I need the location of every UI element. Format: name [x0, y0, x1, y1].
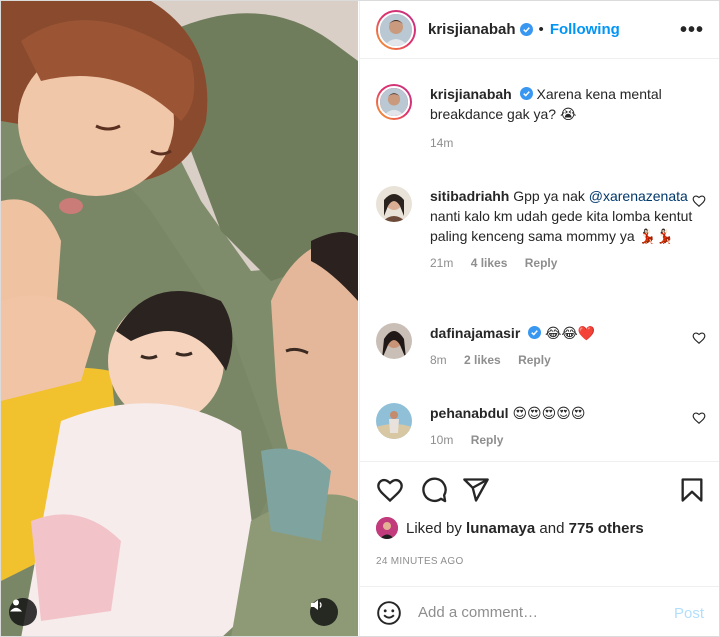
- comment-avatar-image: [376, 403, 412, 439]
- author-avatar-image: [380, 13, 412, 46]
- liker-avatar[interactable]: [376, 517, 398, 539]
- caption-time[interactable]: 14m: [430, 136, 453, 150]
- comments-list[interactable]: krisjianabah Xarena kena mental breakdan…: [360, 60, 719, 461]
- comment-text-continued: nanti kalo km udah gede kita lomba kentu…: [430, 208, 693, 244]
- verified-badge-icon: [528, 326, 542, 339]
- add-comment-input[interactable]: [418, 604, 658, 621]
- comment-username[interactable]: pehanabdul: [430, 405, 509, 421]
- comment-likes[interactable]: 4 likes: [471, 256, 508, 270]
- header-separator: •: [538, 21, 544, 38]
- liked-by-and: and: [539, 519, 565, 537]
- tagged-users-button[interactable]: [9, 598, 37, 626]
- comment-avatar[interactable]: [376, 186, 412, 222]
- comment-time[interactable]: 10m: [430, 433, 453, 447]
- post-video[interactable]: [1, 1, 358, 636]
- more-options-icon[interactable]: •••: [680, 19, 704, 42]
- emoji-picker-icon[interactable]: [376, 600, 402, 626]
- comment-text: 😂😂❤️: [545, 325, 596, 341]
- caption-avatar[interactable]: [376, 84, 412, 120]
- comment-avatar[interactable]: [376, 403, 412, 439]
- caption-avatar-image: [378, 86, 410, 118]
- caption-username[interactable]: krisjianabah: [430, 86, 512, 102]
- user-icon: [10, 599, 22, 612]
- verified-badge-icon: [519, 87, 533, 100]
- comment-text: Gpp ya nak: [513, 188, 585, 204]
- comment-text: 😍😍😍😍😍: [512, 405, 586, 421]
- post-timestamp[interactable]: 24 MINUTES AGO: [376, 556, 464, 567]
- comment-time[interactable]: 8m: [430, 353, 447, 367]
- verified-badge-icon: [519, 23, 533, 36]
- video-frame-image: [1, 1, 358, 636]
- like-heart-icon[interactable]: [376, 476, 404, 504]
- comment-time[interactable]: 21m: [430, 256, 453, 270]
- save-bookmark-icon[interactable]: [678, 476, 706, 504]
- post-header: krisjianabah • Following •••: [360, 1, 719, 59]
- reply-button[interactable]: Reply: [471, 433, 504, 447]
- add-comment-bar: Post: [360, 586, 719, 636]
- caption: krisjianabah Xarena kena mental breakdan…: [376, 84, 706, 150]
- sound-toggle-button[interactable]: [310, 598, 338, 626]
- comment-like-heart-icon[interactable]: [692, 411, 706, 425]
- comment-item: sitibadriahh Gpp ya nak @xarenazenata na…: [376, 186, 706, 270]
- liked-by-others-link[interactable]: 775 others: [569, 520, 644, 537]
- liked-by-summary: Liked by lunamaya and 775 others: [376, 517, 644, 539]
- liked-by-user-link[interactable]: lunamaya: [466, 520, 535, 537]
- post-details-panel: krisjianabah • Following ••• krisjianaba…: [359, 1, 719, 636]
- comment-bubble-icon[interactable]: [420, 476, 448, 504]
- reply-button[interactable]: Reply: [518, 353, 551, 367]
- comment-item: dafinajamasir 😂😂❤️ 8m 2 likes Reply: [376, 323, 706, 367]
- comment-username[interactable]: dafinajamasir: [430, 325, 520, 341]
- comment-mention-link[interactable]: @xarenazenata: [589, 188, 688, 204]
- liker-avatar-image: [376, 517, 398, 539]
- comment-avatar[interactable]: [376, 323, 412, 359]
- following-button[interactable]: Following: [550, 21, 620, 38]
- author-username[interactable]: krisjianabah: [428, 21, 516, 38]
- comment-avatar-image: [376, 186, 412, 222]
- post-actions-bar: [360, 461, 719, 517]
- liked-by-prefix: Liked by: [406, 519, 462, 537]
- instagram-post-window: krisjianabah • Following ••• krisjianaba…: [0, 0, 720, 637]
- comment-item: pehanabdul 😍😍😍😍😍 10m Reply: [376, 403, 706, 447]
- reply-button[interactable]: Reply: [525, 256, 558, 270]
- comment-avatar-image: [376, 323, 412, 359]
- comment-username[interactable]: sitibadriahh: [430, 188, 509, 204]
- comment-like-heart-icon[interactable]: [692, 331, 706, 345]
- comment-like-heart-icon[interactable]: [692, 194, 706, 208]
- author-avatar[interactable]: [376, 9, 416, 50]
- speaker-icon: [311, 600, 322, 610]
- comment-likes[interactable]: 2 likes: [464, 353, 501, 367]
- share-paper-plane-icon[interactable]: [462, 476, 490, 504]
- post-comment-button[interactable]: Post: [674, 605, 704, 622]
